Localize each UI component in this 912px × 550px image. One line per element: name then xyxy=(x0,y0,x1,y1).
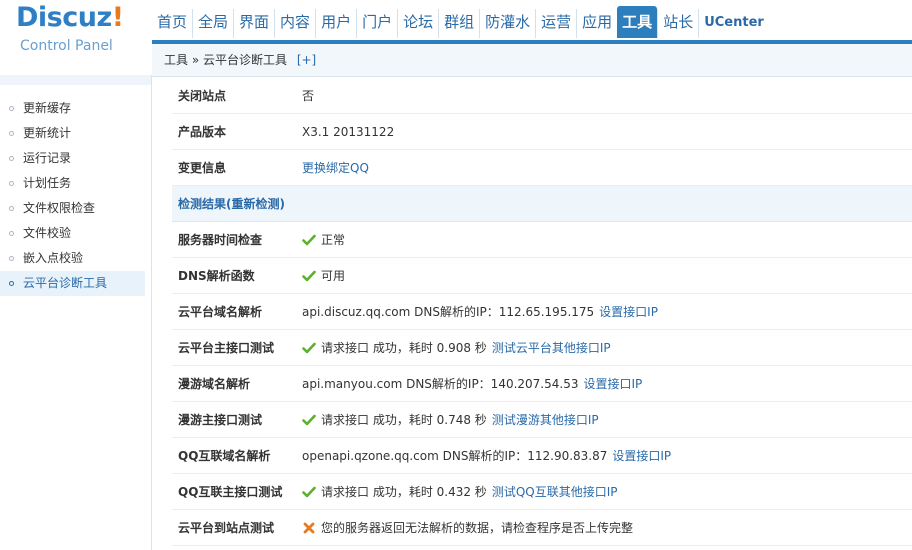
row-cloud-api: 云平台主接口测试 请求接口 成功，耗时 0.908 秒 测试云平台其他接口IP xyxy=(172,330,912,366)
row-label: 云平台主接口测试 xyxy=(178,341,275,355)
row-label: 产品版本 xyxy=(178,125,227,139)
logo-subtitle: Control Panel xyxy=(20,38,113,54)
row-version: 产品版本 X3.1 20131122 xyxy=(172,114,912,150)
nav-item-apps[interactable]: 应用 xyxy=(576,9,617,38)
row-value: 请求接口 成功，耗时 0.908 秒 xyxy=(321,341,487,355)
nav-item-content[interactable]: 内容 xyxy=(274,9,315,38)
row-label: 关闭站点 xyxy=(178,89,227,103)
row-server-time: 服务器时间检查 正常 xyxy=(172,222,912,258)
row-value: 正常 xyxy=(321,233,346,247)
nav-item-operations[interactable]: 运营 xyxy=(535,9,576,38)
nav-item-portal[interactable]: 门户 xyxy=(356,9,397,38)
main-content: 关闭站点 否 产品版本 X3.1 20131122 变更信息 更换绑定QQ 检测… xyxy=(172,78,912,546)
row-cloud-site: 云平台到站点测试 您的服务器返回无法解析的数据，请检查程序是否上传完整 xyxy=(172,510,912,546)
bullet-icon xyxy=(9,281,14,286)
row-qq-api: QQ互联主接口测试 请求接口 成功，耗时 0.432 秒 测试QQ互联其他接口I… xyxy=(172,474,912,510)
set-api-ip-link[interactable]: 设置接口IP xyxy=(612,447,671,464)
sidebar-item-hook-check[interactable]: 嵌入点校验 xyxy=(0,246,151,271)
nav-item-webmaster[interactable]: 站长 xyxy=(657,9,698,38)
nav-item-forum[interactable]: 论坛 xyxy=(397,9,438,38)
row-label: QQ互联主接口测试 xyxy=(178,485,283,499)
sidebar-item-run-log[interactable]: 运行记录 xyxy=(0,146,151,171)
check-icon xyxy=(302,413,316,427)
row-label: DNS解析函数 xyxy=(178,269,255,283)
set-api-ip-link[interactable]: 设置接口IP xyxy=(599,303,658,320)
row-label: 漫游主接口测试 xyxy=(178,413,263,427)
change-bound-qq-link[interactable]: 更换绑定QQ xyxy=(302,159,369,176)
bullet-icon xyxy=(9,106,14,111)
bullet-icon xyxy=(9,131,14,136)
row-value: 请求接口 成功，耗时 0.432 秒 xyxy=(321,485,487,499)
bullet-icon xyxy=(9,231,14,236)
row-label: 云平台到站点测试 xyxy=(178,521,275,535)
row-change-info: 变更信息 更换绑定QQ xyxy=(172,150,912,186)
check-icon xyxy=(302,233,316,247)
nav-item-groups[interactable]: 群组 xyxy=(438,9,479,38)
row-value: api.manyou.com DNS解析的IP：140.207.54.53 xyxy=(302,377,579,391)
set-api-ip-link[interactable]: 设置接口IP xyxy=(583,375,642,392)
row-label: 漫游域名解析 xyxy=(178,377,251,391)
bullet-icon xyxy=(9,206,14,211)
sidebar-item-update-cache[interactable]: 更新缓存 xyxy=(0,96,151,121)
breadcrumb: 工具 » 云平台诊断工具 [+] xyxy=(152,44,912,77)
top-nav: 首页 全局 界面 内容 用户 门户 论坛 群组 防灌水 运营 应用 工具 站长 … xyxy=(152,6,769,40)
nav-item-interface[interactable]: 界面 xyxy=(233,9,274,38)
row-label: 变更信息 xyxy=(178,161,227,175)
row-manyou-api: 漫游主接口测试 请求接口 成功，耗时 0.748 秒 测试漫游其他接口IP xyxy=(172,402,912,438)
row-value: 请求接口 成功，耗时 0.748 秒 xyxy=(321,413,487,427)
sidebar: 更新缓存 更新统计 运行记录 计划任务 文件权限检查 文件校验 嵌入点校验 云平… xyxy=(0,75,152,550)
breadcrumb-path: 工具 » 云平台诊断工具 xyxy=(164,53,287,67)
sidebar-item-file-perms[interactable]: 文件权限检查 xyxy=(0,196,151,221)
row-value: X3.1 20131122 xyxy=(302,124,395,139)
nav-item-users[interactable]: 用户 xyxy=(315,9,356,38)
test-qq-other-ip-link[interactable]: 测试QQ互联其他接口IP xyxy=(492,483,618,500)
row-qq-dns: QQ互联域名解析 openapi.qzone.qq.com DNS解析的IP：1… xyxy=(172,438,912,474)
row-value: openapi.qzone.qq.com DNS解析的IP：112.90.83.… xyxy=(302,449,608,463)
nav-item-home[interactable]: 首页 xyxy=(152,9,192,38)
row-value: 否 xyxy=(302,89,315,103)
row-label: 云平台域名解析 xyxy=(178,305,263,319)
test-manyou-other-ip-link[interactable]: 测试漫游其他接口IP xyxy=(492,411,599,428)
bullet-icon xyxy=(9,181,14,186)
nav-item-tools[interactable]: 工具 xyxy=(617,6,658,38)
check-icon xyxy=(302,341,316,355)
row-close-site: 关闭站点 否 xyxy=(172,78,912,114)
breadcrumb-expand-button[interactable]: [+] xyxy=(297,53,316,67)
row-manyou-dns: 漫游域名解析 api.manyou.com DNS解析的IP：140.207.5… xyxy=(172,366,912,402)
check-icon xyxy=(302,485,316,499)
row-label: QQ互联域名解析 xyxy=(178,449,271,463)
nav-item-ucenter[interactable]: UCenter xyxy=(698,9,769,38)
cross-icon xyxy=(302,521,316,535)
logo-brand: Discuz! xyxy=(16,2,124,33)
nav-item-antispam[interactable]: 防灌水 xyxy=(479,9,535,38)
results-header: 检测结果(重新检测) xyxy=(172,186,912,222)
test-cloud-other-ip-link[interactable]: 测试云平台其他接口IP xyxy=(492,339,611,356)
row-value: api.discuz.qq.com DNS解析的IP：112.65.195.17… xyxy=(302,305,595,319)
recheck-link[interactable]: 检测结果(重新检测) xyxy=(178,195,285,212)
sidebar-item-file-check[interactable]: 文件校验 xyxy=(0,221,151,246)
row-label: 服务器时间检查 xyxy=(178,233,263,247)
row-dns-func: DNS解析函数 可用 xyxy=(172,258,912,294)
row-value: 可用 xyxy=(321,269,346,283)
bullet-icon xyxy=(9,256,14,261)
sidebar-item-cloud-diagnose[interactable]: 云平台诊断工具 xyxy=(0,271,145,296)
check-icon xyxy=(302,269,316,283)
sidebar-item-cron[interactable]: 计划任务 xyxy=(0,171,151,196)
row-value: 您的服务器返回无法解析的数据，请检查程序是否上传完整 xyxy=(321,521,634,535)
row-cloud-dns: 云平台域名解析 api.discuz.qq.com DNS解析的IP：112.6… xyxy=(172,294,912,330)
sidebar-item-update-stats[interactable]: 更新统计 xyxy=(0,121,151,146)
nav-item-global[interactable]: 全局 xyxy=(192,9,233,38)
logo: Discuz! Control Panel xyxy=(0,0,152,75)
sidebar-top-band xyxy=(0,75,151,85)
bullet-icon xyxy=(9,156,14,161)
